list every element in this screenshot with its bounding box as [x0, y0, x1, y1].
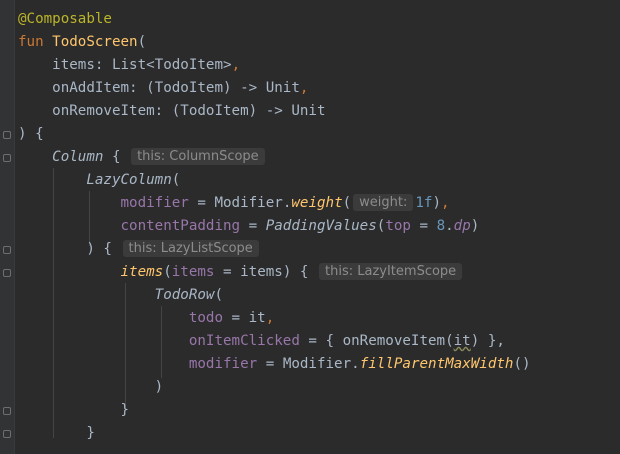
code-line-9: modifier = Modifier.weight(weight: 1f),: [18, 192, 620, 215]
number-token: 1f: [415, 195, 433, 211]
punct-token: (: [163, 264, 172, 280]
inlay-hint: this: LazyItemScope: [319, 263, 463, 280]
param-token: items: [52, 57, 95, 73]
fold-marker-icon[interactable]: [3, 407, 11, 415]
identifier-token: it: [453, 333, 471, 349]
code-line-18: }: [18, 399, 620, 422]
punct-token: ) {: [18, 126, 44, 142]
code-line-6: ) {: [18, 123, 620, 146]
code-line-12: items(items = items) { this: LazyItemSco…: [18, 261, 620, 284]
code-line-15: onItemClicked = { onRemoveItem(it) },: [18, 330, 620, 353]
punct-token: ): [432, 195, 442, 211]
code-line-17: ): [18, 376, 620, 399]
code-line-5: onRemoveItem: (TodoItem) -> Unit: [18, 100, 620, 123]
punct-token: ) {: [86, 241, 112, 257]
type-token: : (TodoItem) -> Unit: [154, 103, 326, 119]
punct-token: =: [223, 310, 249, 326]
punct-token: (: [137, 34, 147, 50]
punct-token: (: [171, 172, 181, 188]
code-lines: @Composable fun TodoScreen( items: List<…: [18, 8, 620, 445]
function-name-token: TodoScreen: [52, 34, 138, 50]
punct-token: (: [214, 287, 224, 303]
named-arg-token: todo: [188, 310, 224, 326]
punct-token: =: [410, 218, 437, 234]
punct-token: .: [351, 356, 360, 372]
type-token: : List<TodoItem>: [94, 57, 232, 73]
param-token: onRemoveItem: [52, 103, 155, 119]
number-token: 8: [436, 218, 446, 234]
punct-token: ): [154, 379, 164, 395]
punct-token: =: [299, 333, 326, 349]
gutter: [0, 0, 15, 454]
lambda-token: { onRemoveItem(: [325, 333, 454, 349]
punct-token: {: [103, 149, 121, 165]
code-line-19: }: [18, 422, 620, 445]
function-call-token: PaddingValues: [265, 218, 377, 234]
code-line-8: LazyColumn(: [18, 169, 620, 192]
identifier-token: items: [240, 264, 283, 280]
inlay-hint: this: LazyListScope: [122, 240, 259, 257]
fold-marker-icon[interactable]: [3, 246, 11, 254]
named-arg-token: items: [171, 264, 215, 280]
code-line-16: modifier = Modifier.fillParentMaxWidth(): [18, 353, 620, 376]
fold-marker-icon[interactable]: [3, 269, 11, 277]
punct-token: =: [188, 195, 215, 211]
code-line-1: @Composable: [18, 8, 620, 31]
inlay-hint: weight:: [353, 194, 414, 211]
identifier-token: Modifier: [214, 195, 283, 211]
function-call-token: fillParentMaxWidth: [359, 356, 514, 372]
code-line-7: Column { this: ColumnScope: [18, 146, 620, 169]
composable-token: TodoRow: [154, 287, 215, 303]
punct-token: ,: [441, 195, 450, 211]
punct-token: ): [470, 218, 480, 234]
punct-token: =: [214, 264, 241, 280]
named-arg-token: modifier: [120, 195, 189, 211]
code-line-13: TodoRow(: [18, 284, 620, 307]
punct-token: .: [445, 218, 454, 234]
code-line-2: fun TodoScreen(: [18, 31, 620, 54]
composable-token: Column: [52, 149, 104, 165]
type-token: : (TodoItem) -> Unit: [129, 80, 300, 96]
keyword-token: fun: [18, 34, 44, 50]
punct-token: (: [342, 195, 352, 211]
code-line-11: ) { this: LazyListScope: [18, 238, 620, 261]
fold-marker-icon[interactable]: [3, 131, 11, 139]
composable-token: LazyColumn: [86, 172, 172, 188]
punct-token: {: [291, 264, 309, 280]
punct-token: ,: [265, 310, 275, 326]
named-arg-token: onItemClicked: [188, 333, 300, 349]
code-line-4: onAddItem: (TodoItem) -> Unit,: [18, 77, 620, 100]
punct-token: (): [513, 356, 531, 372]
code-line-3: items: List<TodoItem>,: [18, 54, 620, 77]
code-line-14: todo = it,: [18, 307, 620, 330]
function-call-token: weight: [291, 195, 343, 211]
named-arg-token: modifier: [188, 356, 258, 372]
code-editor[interactable]: @Composable fun TodoScreen( items: List<…: [0, 0, 620, 454]
fold-marker-icon[interactable]: [3, 430, 11, 438]
punct-token: }: [86, 425, 95, 441]
punct-token: ,: [299, 80, 309, 96]
lambda-token: ) },: [470, 333, 505, 349]
named-arg-token: contentPadding: [120, 218, 241, 234]
function-call-token: items: [120, 264, 164, 280]
identifier-token: it: [248, 310, 266, 326]
named-arg-token: top: [385, 218, 411, 234]
fold-marker-icon[interactable]: [3, 154, 11, 162]
annotation-token: @Composable: [18, 11, 112, 27]
extension-token: dp: [453, 218, 471, 234]
code-line-10: contentPadding = PaddingValues(top = 8.d…: [18, 215, 620, 238]
punct-token: =: [257, 356, 283, 372]
punct-token: ,: [231, 57, 241, 73]
punct-token: }: [120, 402, 130, 418]
identifier-token: Modifier: [282, 356, 352, 372]
param-token: onAddItem: [52, 80, 130, 96]
punct-token: =: [240, 218, 266, 234]
inlay-hint: this: ColumnScope: [131, 148, 265, 165]
